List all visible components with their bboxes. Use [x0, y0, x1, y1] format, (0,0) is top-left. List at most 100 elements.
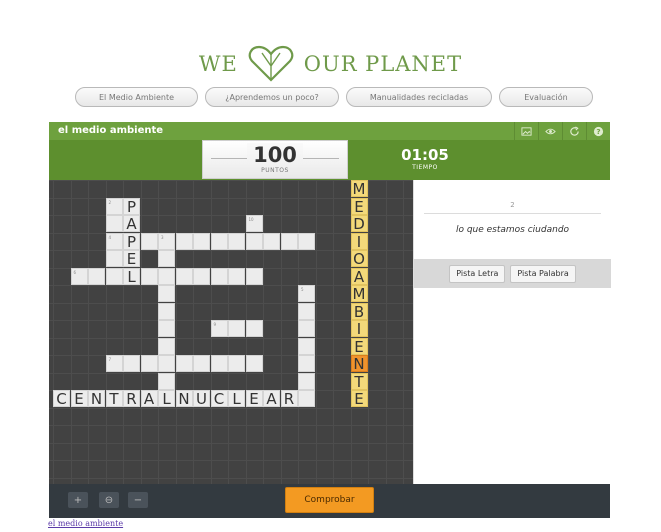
nav-medio-ambiente[interactable]: El Medio Ambiente — [75, 87, 198, 107]
crossword-cell[interactable] — [140, 267, 158, 285]
crossword-cell[interactable] — [193, 355, 210, 372]
crossword-cell[interactable]: 5 — [298, 285, 315, 302]
crossword-cell[interactable] — [263, 232, 280, 250]
crossword-cell[interactable] — [123, 355, 140, 372]
crossword-letter: E — [354, 337, 364, 356]
board-gridline — [403, 180, 404, 484]
nav-evaluacion[interactable]: Evaluación — [499, 87, 593, 107]
board-gridline — [88, 180, 89, 484]
board-gridline — [53, 180, 54, 484]
time-label: TIEMPO — [412, 164, 438, 171]
crossword-cell[interactable] — [298, 302, 315, 320]
crossword-cell[interactable] — [210, 355, 228, 372]
score-value: 100 — [247, 143, 303, 167]
crossword-cell[interactable]: 2 — [105, 197, 123, 215]
crossword-letter: N — [353, 355, 365, 373]
crossword-cell[interactable] — [298, 337, 315, 355]
crossword-letter: R — [283, 390, 295, 408]
crossword-letter: I — [356, 232, 362, 251]
crossword-letter: A — [143, 390, 155, 408]
crossword-cell[interactable] — [228, 267, 245, 285]
crossword-letter: A — [266, 390, 277, 408]
clue-text: lo que estamos ciudando — [455, 225, 570, 235]
zoom-in-button[interactable]: + — [68, 492, 88, 508]
board-gridline — [49, 425, 413, 426]
crossword-cell[interactable] — [228, 232, 245, 250]
crossword-cell[interactable] — [298, 320, 315, 337]
footer-link[interactable]: el medio ambiente — [48, 519, 123, 528]
crossword-cell[interactable] — [158, 355, 175, 372]
crossword-cell[interactable] — [193, 232, 210, 250]
crossword-cell[interactable]: 9 — [210, 320, 228, 337]
clue-panel: 2 lo que estamos ciudando Pista Letra Pi… — [413, 180, 611, 484]
score-label: PUNTOS — [261, 167, 289, 174]
crossword-cell[interactable] — [228, 355, 245, 372]
crossword-letter: P — [126, 232, 137, 251]
crossword-cell[interactable] — [158, 285, 175, 302]
crossword-cell[interactable] — [228, 320, 245, 337]
logo-word-left: WE — [198, 52, 238, 76]
board-gridline — [49, 442, 413, 444]
clue-number-label: 2 — [108, 199, 112, 205]
clue-number-label: 9 — [213, 322, 217, 327]
crossword-cell[interactable] — [158, 250, 175, 267]
crossword-cell[interactable] — [140, 355, 158, 372]
zoom-out-button[interactable]: − — [128, 492, 148, 508]
clue-number-label: 10 — [248, 217, 254, 222]
crossword-cell[interactable]: 4 — [105, 232, 123, 250]
crossword-cell[interactable] — [245, 232, 263, 250]
zoom-reset-button[interactable]: ⊖ — [99, 492, 119, 508]
crossword-cell[interactable] — [158, 302, 175, 320]
crossword-letter: U — [196, 390, 207, 408]
crossword-letter: C — [213, 390, 225, 408]
crossword-cell[interactable] — [105, 267, 123, 285]
clue-number-label: 3 — [161, 234, 164, 240]
crossword-letter: E — [126, 250, 137, 268]
crossword-letter: N — [90, 390, 103, 408]
refresh-icon[interactable] — [562, 122, 586, 140]
clue-number-label: 7 — [108, 357, 112, 362]
crossword-cell[interactable] — [175, 355, 193, 372]
crossword-cell[interactable] — [210, 267, 228, 285]
crossword-cell[interactable] — [245, 320, 263, 337]
crossword-cell[interactable] — [105, 215, 123, 232]
crossword-cell[interactable]: 10 — [245, 215, 263, 232]
check-button[interactable]: Comprobar — [285, 487, 374, 513]
nav-manualidades[interactable]: Manualidades recicladas — [346, 87, 492, 107]
board-gridline — [193, 180, 194, 484]
board-gridline — [70, 180, 72, 484]
crossword-cell[interactable]: 6 — [70, 267, 88, 285]
crossword-cell[interactable] — [298, 390, 315, 407]
crossword-cell[interactable] — [175, 267, 193, 285]
crossword-cell[interactable] — [298, 372, 315, 390]
crossword-cell[interactable] — [210, 232, 228, 250]
eye-icon[interactable] — [538, 122, 562, 140]
crossword-cell[interactable] — [280, 232, 298, 250]
crossword-cell[interactable] — [88, 267, 105, 285]
clue-number-label: 6 — [73, 269, 77, 275]
clue-divider — [424, 213, 601, 214]
crossword-cell[interactable] — [245, 355, 263, 372]
crossword-cell[interactable] — [140, 232, 158, 250]
nav-aprendemos[interactable]: ¿Aprendemos un poco? — [205, 87, 339, 107]
crossword-board[interactable]: 3 5 9 7 10 2 4 6 M E D I O A M B I E N T E P A P E L C E N T R A L N U C L E A… — [49, 180, 422, 484]
hint-bar: Pista Letra Pista Palabra — [414, 259, 611, 288]
hint-word-button[interactable]: Pista Palabra — [510, 264, 576, 283]
crossword-cell[interactable] — [193, 267, 210, 285]
crossword-cell[interactable] — [245, 267, 263, 285]
image-icon[interactable] — [514, 122, 538, 140]
crossword-cell[interactable] — [158, 267, 175, 285]
crossword-cell[interactable] — [158, 320, 175, 337]
crossword-cell[interactable] — [158, 337, 175, 355]
help-icon[interactable]: ? — [586, 122, 610, 140]
board-gridline — [280, 180, 282, 484]
crossword-cell[interactable]: 3 — [158, 232, 175, 250]
crossword-cell[interactable] — [158, 372, 175, 390]
crossword-cell[interactable] — [298, 232, 315, 250]
crossword-cell[interactable] — [105, 250, 123, 267]
crossword-cell[interactable]: 7 — [105, 355, 123, 372]
hint-letter-button[interactable]: Pista Letra — [449, 264, 506, 283]
crossword-letter: O — [353, 250, 365, 268]
crossword-cell[interactable] — [175, 232, 193, 250]
crossword-cell[interactable] — [298, 355, 315, 372]
